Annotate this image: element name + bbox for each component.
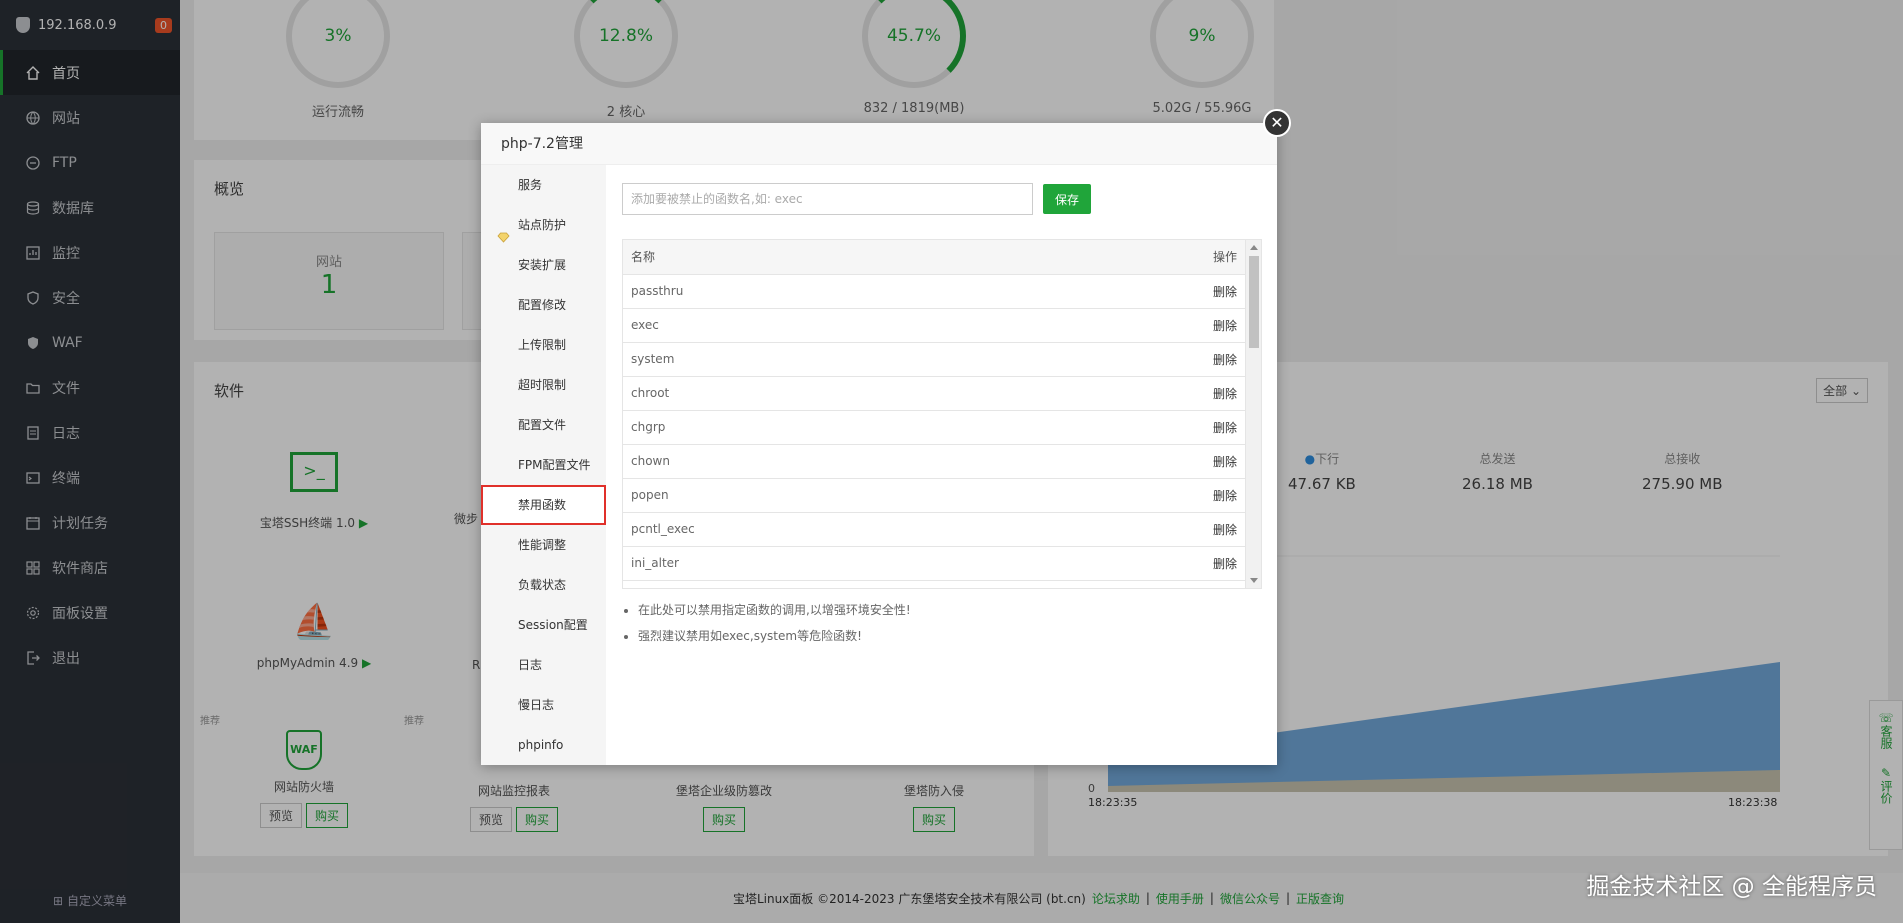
dialog-nav-label: 服务	[518, 178, 543, 192]
delete-link[interactable]: 删除	[1016, 478, 1247, 513]
dialog-nav-item-9[interactable]: 性能调整	[481, 525, 606, 565]
col-op-header: 操作	[1016, 240, 1247, 275]
function-name: ini_alter	[623, 546, 1017, 581]
dialog-nav: 服务站点防护安装扩展配置修改上传限制超时限制配置文件 FPM配置文件 禁用函数性能调…	[481, 165, 606, 765]
table-row: system 删除	[623, 342, 1247, 377]
dialog-nav-label: 禁用函数	[518, 498, 567, 512]
delete-link[interactable]: 删除	[1016, 410, 1247, 445]
function-name-input[interactable]	[622, 183, 1033, 215]
close-button[interactable]: ✕	[1263, 109, 1291, 137]
close-icon: ✕	[1270, 113, 1284, 132]
diamond-icon	[497, 219, 510, 243]
dialog-nav-label: 负载状态	[518, 578, 567, 592]
table-header-row: 名称 操作	[623, 240, 1247, 275]
dialog-nav-label: 配置文件	[518, 418, 567, 432]
dialog-nav-item-6[interactable]: 配置文件	[481, 405, 606, 445]
dialog-nav-label: 上传限制	[518, 338, 567, 352]
dialog-nav-label: 超时限制	[518, 378, 567, 392]
delete-link[interactable]: 删除	[1016, 546, 1247, 581]
dialog-nav-label: phpinfo	[518, 738, 564, 752]
add-function-row: 保存	[622, 183, 1261, 215]
dialog-nav-label: 站点防护	[518, 218, 567, 232]
dialog-nav-item-8[interactable]: 禁用函数	[481, 485, 606, 525]
dialog-title: php-7.2管理	[481, 123, 1277, 165]
function-name: system	[623, 342, 1017, 377]
help-notes: 在此处可以禁用指定函数的调用,以增强环境安全性! 强烈建议禁用如exec,sys…	[622, 601, 1261, 644]
scroll-down-icon[interactable]	[1250, 578, 1258, 583]
delete-link[interactable]: 删除	[1016, 376, 1247, 411]
function-name: pcntl_exec	[623, 512, 1017, 547]
scroll-thumb[interactable]	[1249, 256, 1259, 348]
php-manage-dialog: php-7.2管理 ✕ 服务站点防护安装扩展配置修改上传限制超时限制配置文件 FP…	[481, 109, 1291, 765]
dialog-nav-label: 安装扩展	[518, 258, 567, 272]
dialog-nav-label: 性能调整	[518, 538, 567, 552]
disabled-functions-table: 名称 操作 passthru 删除 exec 删除 system 删除 chroot 删除 ch…	[623, 240, 1247, 581]
dialog-nav-item-5[interactable]: 超时限制	[481, 365, 606, 405]
watermark: 掘金技术社区 @ 全能程序员	[1586, 874, 1877, 900]
table-row: passthru 删除	[623, 274, 1247, 309]
table-row: exec 删除	[623, 308, 1247, 343]
dialog-nav-label: 日志	[518, 658, 543, 672]
dialog-nav-item-4[interactable]: 上传限制	[481, 325, 606, 365]
dialog-nav-label: FPM配置文件	[518, 458, 591, 472]
disabled-functions-pane: 保存 名称 操作 passthru删除exec删除system删除chroot删…	[606, 165, 1277, 765]
function-name: exec	[623, 308, 1017, 343]
help-note: 强烈建议禁用如exec,system等危险函数!	[638, 627, 1261, 644]
table-row: chroot 删除	[623, 376, 1247, 411]
help-note: 在此处可以禁用指定函数的调用,以增强环境安全性!	[638, 601, 1261, 618]
table-row: pcntl_exec 删除	[623, 512, 1247, 547]
dialog-nav-item-1[interactable]: 站点防护	[481, 205, 606, 245]
delete-link[interactable]: 删除	[1016, 274, 1247, 309]
dialog-nav-item-12[interactable]: 日志	[481, 645, 606, 685]
dialog-nav-item-14[interactable]: phpinfo	[481, 725, 606, 765]
dialog-nav-label: 配置修改	[518, 298, 567, 312]
function-name: chown	[623, 444, 1017, 479]
table-row: chown 删除	[623, 444, 1247, 479]
delete-link[interactable]: 删除	[1016, 342, 1247, 377]
table-scrollbar[interactable]	[1245, 240, 1261, 588]
scroll-up-icon[interactable]	[1250, 245, 1258, 250]
delete-link[interactable]: 删除	[1016, 512, 1247, 547]
dialog-nav-label: 慢日志	[518, 698, 555, 712]
col-name-header: 名称	[623, 240, 1017, 275]
dialog-nav-item-3[interactable]: 配置修改	[481, 285, 606, 325]
dialog-nav-item-13[interactable]: 慢日志	[481, 685, 606, 725]
dialog-nav-item-2[interactable]: 安装扩展	[481, 245, 606, 285]
function-name: popen	[623, 478, 1017, 513]
dialog-nav-item-10[interactable]: 负载状态	[481, 565, 606, 605]
save-button[interactable]: 保存	[1043, 184, 1092, 214]
table-row: popen 删除	[623, 478, 1247, 513]
table-row: ini_alter 删除	[623, 546, 1247, 581]
function-name: passthru	[623, 274, 1017, 309]
dialog-nav-item-11[interactable]: Session配置	[481, 605, 606, 645]
function-name: chroot	[623, 376, 1017, 411]
dialog-nav-label: Session配置	[518, 618, 588, 632]
disabled-functions-table-wrap: 名称 操作 passthru 删除 exec 删除 system 删除 chroot 删除 ch…	[622, 239, 1262, 589]
delete-link[interactable]: 删除	[1016, 308, 1247, 343]
dialog-nav-item-0[interactable]: 服务	[481, 165, 606, 205]
delete-link[interactable]: 删除	[1016, 444, 1247, 479]
function-name: chgrp	[623, 410, 1017, 445]
table-row: chgrp 删除	[623, 410, 1247, 445]
dialog-nav-item-7[interactable]: FPM配置文件	[481, 445, 606, 485]
